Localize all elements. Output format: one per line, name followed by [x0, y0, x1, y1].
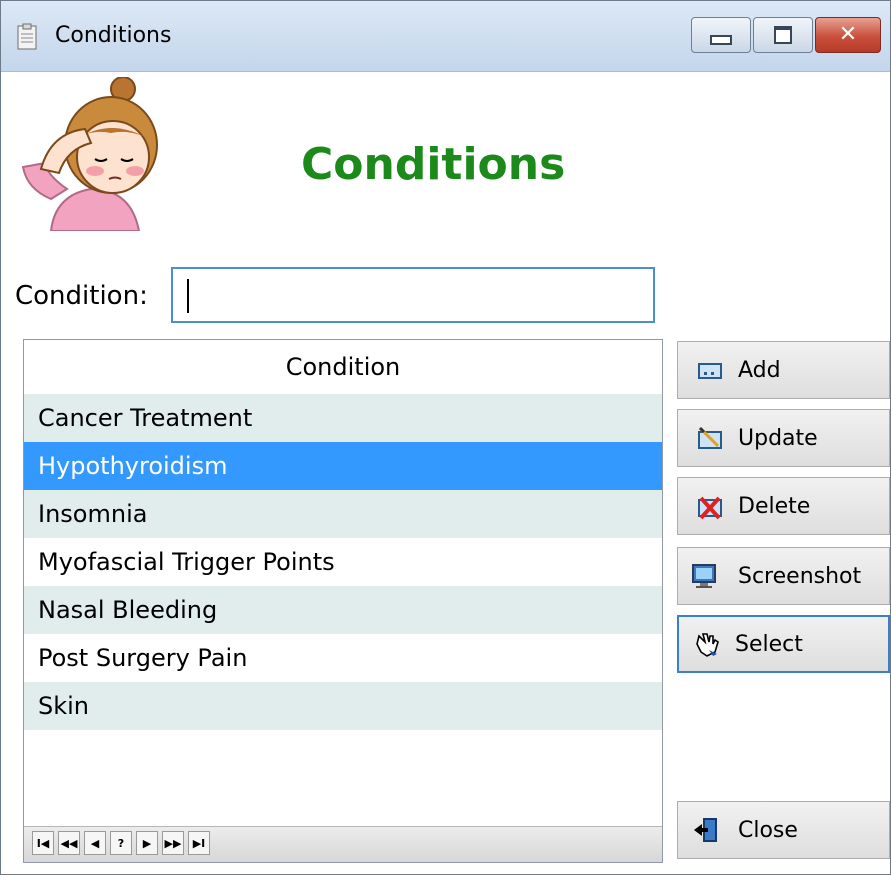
condition-input[interactable]: [171, 267, 655, 323]
prev-record-button[interactable]: ◀: [84, 831, 106, 855]
record-navigator: I◀ ◀◀ ◀ ? ▶ ▶▶ ▶I: [24, 826, 662, 862]
table-row-selected[interactable]: Hypothyroidism: [24, 442, 662, 490]
conditions-grid[interactable]: Condition Cancer Treatment Hypothyroidis…: [23, 339, 663, 863]
table-row[interactable]: Post Surgery Pain: [24, 634, 662, 682]
add-record-icon: [698, 363, 722, 379]
next-page-button[interactable]: ▶▶: [162, 831, 184, 855]
update-button[interactable]: Update: [677, 409, 890, 467]
maximize-button[interactable]: [753, 17, 813, 53]
delete-button-label: Delete: [738, 493, 811, 519]
maximize-icon: [774, 26, 792, 44]
minimize-icon: [710, 35, 732, 45]
app-form-icon: [17, 23, 37, 50]
title-bar[interactable]: Conditions ✕: [1, 1, 890, 72]
screenshot-icon: [692, 564, 716, 588]
delete-record-icon: [698, 496, 722, 520]
window-title: Conditions: [55, 23, 172, 48]
page-heading: Conditions: [301, 139, 566, 190]
select-button[interactable]: Select: [677, 615, 890, 673]
last-record-button[interactable]: ▶I: [188, 831, 210, 855]
condition-label: Condition:: [15, 281, 148, 311]
table-row[interactable]: Insomnia: [24, 490, 662, 538]
hand-pointer-icon: [696, 633, 719, 657]
select-button-label: Select: [735, 631, 803, 657]
close-button-label: Close: [738, 817, 798, 843]
text-caret: [187, 279, 189, 313]
add-button[interactable]: Add: [677, 341, 890, 399]
column-header-condition[interactable]: Condition: [24, 340, 662, 394]
close-icon: ✕: [838, 22, 858, 47]
headache-girl-illustration: [21, 77, 158, 231]
screenshot-button-label: Screenshot: [738, 563, 862, 589]
table-row[interactable]: Skin: [24, 682, 662, 730]
first-record-button[interactable]: I◀: [32, 831, 54, 855]
next-record-button[interactable]: ▶: [136, 831, 158, 855]
record-search-button[interactable]: ?: [110, 831, 132, 855]
table-row[interactable]: Myofascial Trigger Points: [24, 538, 662, 586]
minimize-button[interactable]: [691, 17, 751, 53]
prev-page-button[interactable]: ◀◀: [58, 831, 80, 855]
table-row[interactable]: Cancer Treatment: [24, 394, 662, 442]
close-window-button[interactable]: ✕: [815, 17, 881, 53]
conditions-window: Conditions ✕ Conditions Condition: Condi…: [0, 0, 891, 875]
exit-door-icon: [694, 818, 717, 842]
update-button-label: Update: [738, 425, 818, 451]
delete-button[interactable]: Delete: [677, 477, 890, 535]
add-button-label: Add: [738, 357, 781, 383]
screenshot-button[interactable]: Screenshot: [677, 547, 890, 605]
close-button[interactable]: Close: [677, 801, 890, 859]
table-row[interactable]: Nasal Bleeding: [24, 586, 662, 634]
update-record-icon: [698, 426, 722, 449]
